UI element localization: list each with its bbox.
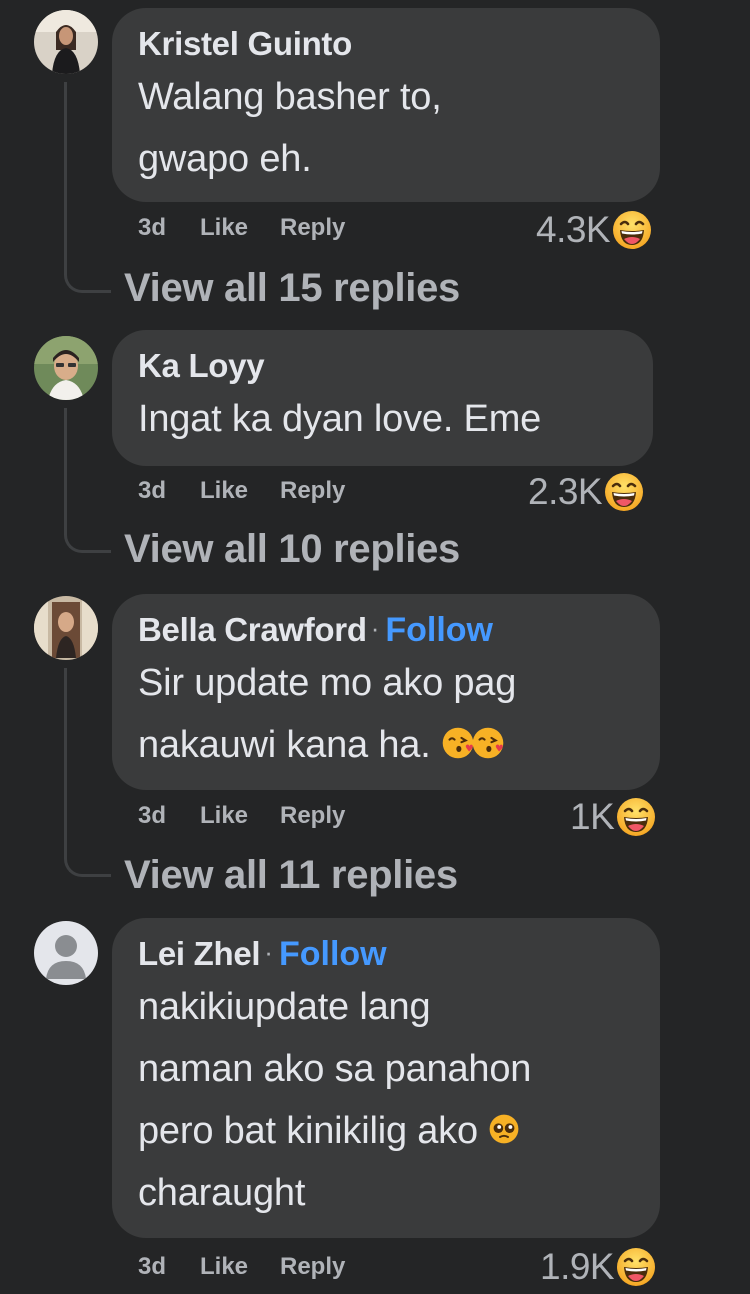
comment-bubble: Ka Loyy Ingat ka dyan love. Eme	[112, 330, 653, 466]
reaction-summary[interactable]: 2.3K	[528, 470, 644, 514]
separator-dot: ·	[370, 612, 380, 643]
haha-icon	[616, 797, 656, 837]
comment-bubble: Kristel Guinto Walang basher to, gwapo e…	[112, 8, 660, 202]
kissing-heart-emoji	[471, 726, 505, 760]
pleading-face-emoji	[488, 1113, 520, 1145]
comment-text-line-wrap: nakauwi kana ha.	[138, 714, 634, 776]
comment-author[interactable]: Kristel Guinto	[138, 25, 352, 63]
thread-connector	[64, 668, 111, 877]
comment-actions: 3d Like Reply	[138, 476, 345, 506]
comments-list: Kristel Guinto Walang basher to, gwapo e…	[0, 0, 750, 1294]
thread-connector	[64, 82, 111, 293]
reaction-count: 1.9K	[540, 1246, 615, 1287]
reply-button[interactable]: Reply	[280, 802, 345, 830]
reaction-count: 1K	[570, 796, 615, 837]
comment-text-line: gwapo eh.	[138, 138, 312, 180]
comment-actions: 3d Like Reply	[138, 801, 345, 831]
haha-icon	[616, 1247, 656, 1287]
thread-connector	[64, 408, 111, 553]
avatar[interactable]	[34, 596, 98, 660]
comment-text-line: charaught	[138, 1172, 306, 1214]
reaction-summary[interactable]: 1K	[570, 795, 656, 839]
view-replies-link[interactable]: View all 10 replies	[124, 527, 460, 572]
follow-button[interactable]: Follow	[385, 611, 493, 650]
comment-text-line: nakauwi kana ha.	[138, 724, 431, 766]
separator-dot: ·	[264, 936, 273, 967]
comment-time[interactable]: 3d	[138, 477, 200, 505]
comment-time[interactable]: 3d	[138, 1253, 200, 1281]
like-button[interactable]: Like	[200, 1253, 280, 1281]
reaction-summary[interactable]: 4.3K	[536, 208, 652, 252]
comment-time[interactable]: 3d	[138, 214, 200, 242]
avatar[interactable]	[34, 921, 98, 985]
reply-button[interactable]: Reply	[280, 477, 345, 505]
avatar[interactable]	[34, 336, 98, 400]
comment-text-line: Sir update mo ako pag	[138, 662, 517, 704]
comment-text-line: nakikiupdate lang	[138, 986, 431, 1028]
comment-author[interactable]: Lei Zhel	[138, 935, 261, 973]
follow-button[interactable]: Follow	[279, 935, 387, 974]
like-button[interactable]: Like	[200, 477, 280, 505]
comment-actions: 3d Like Reply	[138, 213, 345, 243]
comment-author[interactable]: Ka Loyy	[138, 347, 265, 385]
comment-text-line: naman ako sa panahon	[138, 1048, 532, 1090]
view-replies-link[interactable]: View all 15 replies	[124, 266, 460, 311]
comment-time[interactable]: 3d	[138, 802, 200, 830]
haha-icon	[612, 210, 652, 250]
reaction-count: 2.3K	[528, 471, 603, 512]
view-replies-link[interactable]: View all 11 replies	[124, 853, 458, 898]
kissing-heart-emoji	[441, 726, 475, 760]
reaction-count: 4.3K	[536, 209, 611, 250]
comment-author[interactable]: Bella Crawford	[138, 611, 367, 649]
comment-bubble: Bella Crawford · Follow Sir update mo ak…	[112, 594, 660, 790]
comment-actions: 3d Like Reply	[138, 1252, 345, 1282]
like-button[interactable]: Like	[200, 802, 280, 830]
haha-icon	[604, 472, 644, 512]
comment-text-line: pero bat kinikilig ako	[138, 1110, 478, 1152]
like-button[interactable]: Like	[200, 214, 280, 242]
comment-text-line: Ingat ka dyan love. Eme	[138, 398, 542, 440]
reply-button[interactable]: Reply	[280, 1253, 345, 1281]
reaction-summary[interactable]: 1.9K	[540, 1245, 656, 1289]
reply-button[interactable]: Reply	[280, 214, 345, 242]
comment-bubble: Lei Zhel · Follow nakikiupdate lang nama…	[112, 918, 660, 1238]
avatar[interactable]	[34, 10, 98, 74]
comment-text-line: Walang basher to,	[138, 76, 442, 118]
comment-text-line-wrap: pero bat kinikilig ako	[138, 1100, 634, 1162]
